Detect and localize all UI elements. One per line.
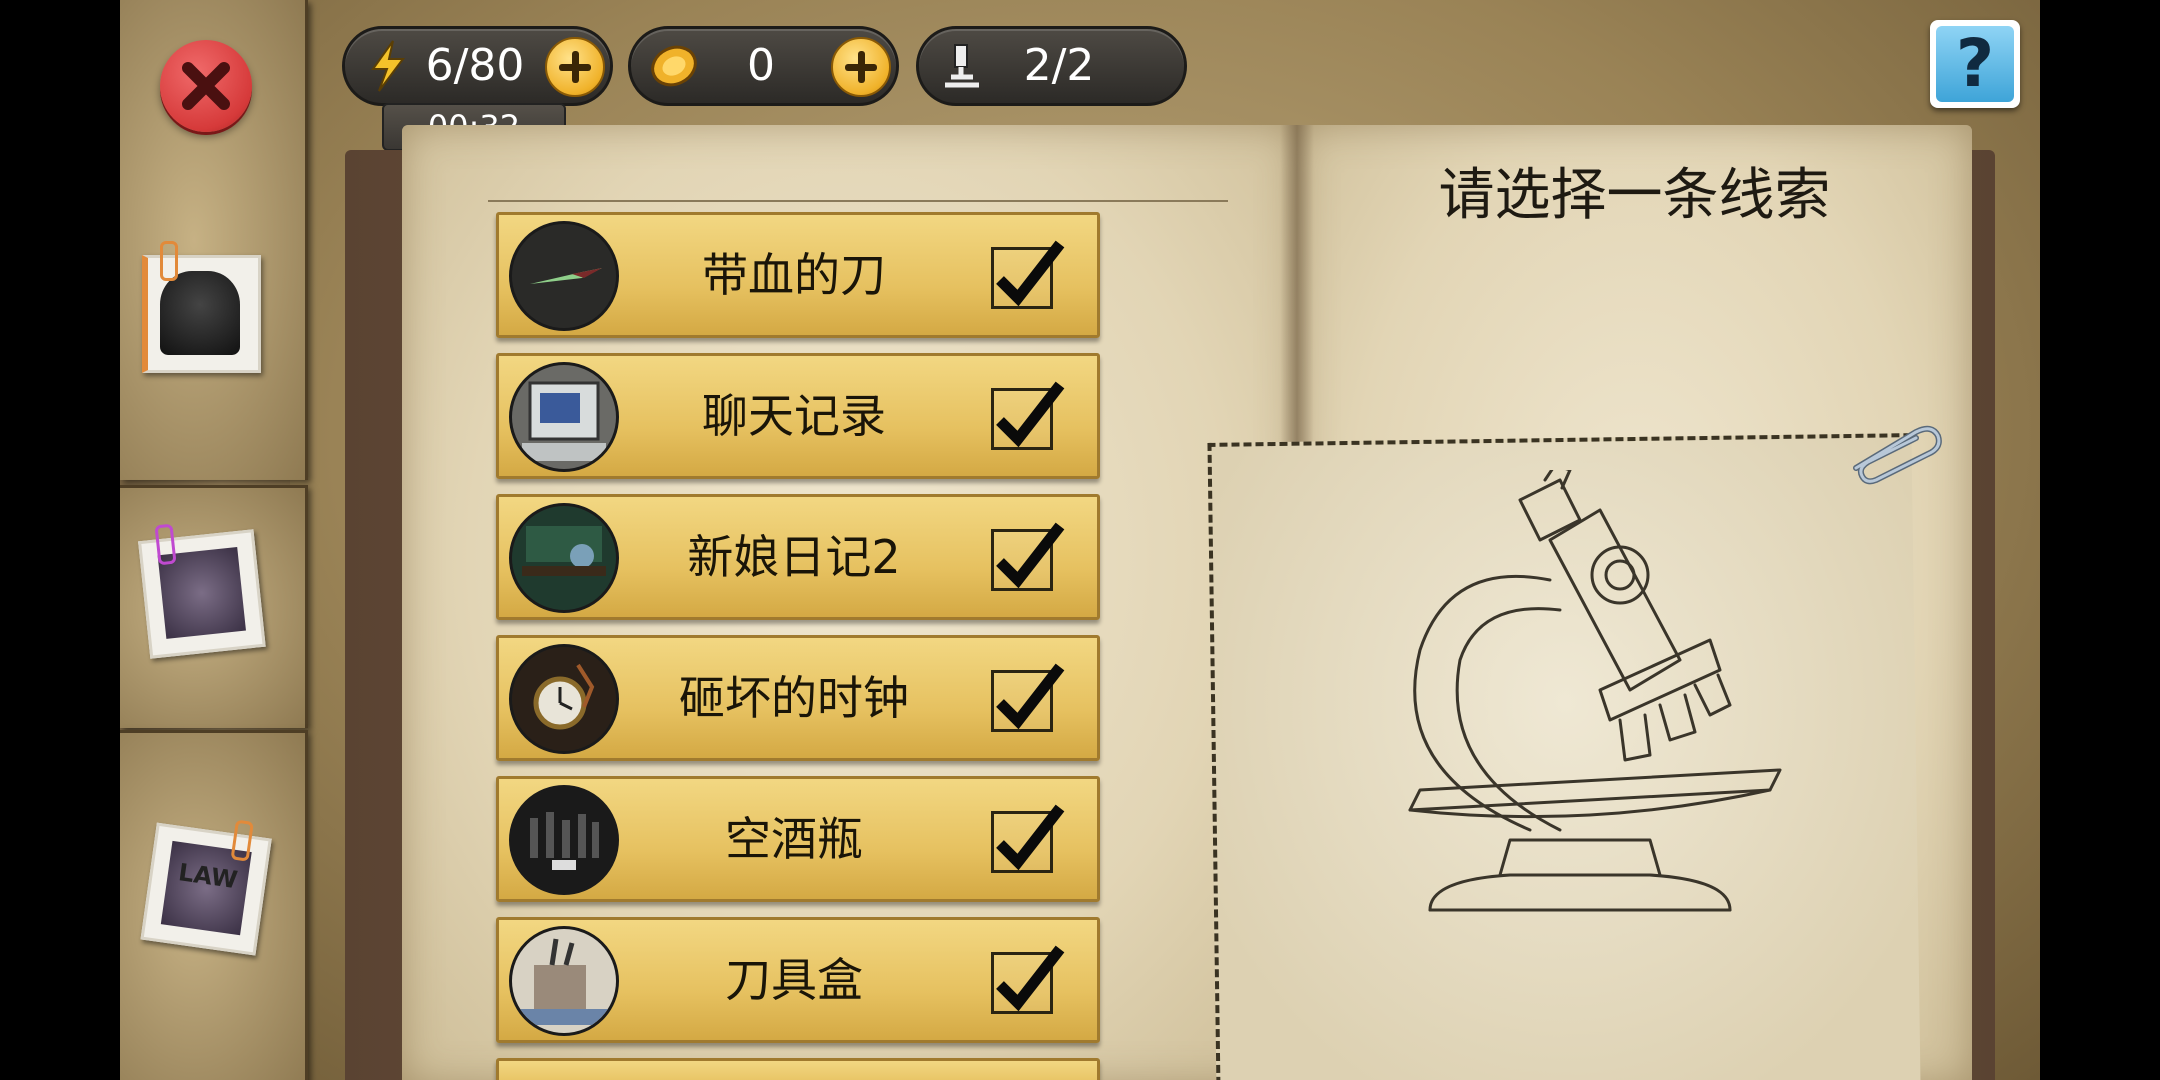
clue-checkbox[interactable]	[991, 945, 1065, 1014]
checkmark-icon	[996, 804, 1065, 871]
close-icon	[182, 62, 230, 110]
clue-label: 新娘日记2	[687, 530, 901, 584]
microscope-sketch-icon	[1408, 470, 1782, 912]
computer-icon	[509, 362, 619, 472]
sidebar-card-lab[interactable]	[138, 523, 266, 660]
microscope-counter: 2/2	[916, 26, 1187, 106]
bloody-knife-icon	[509, 221, 619, 331]
diary-icon	[509, 503, 619, 613]
clue-row-knife-box[interactable]: 刀具盒	[496, 917, 1100, 1043]
checkmark-icon	[996, 945, 1065, 1012]
clue-checkbox[interactable]	[991, 381, 1065, 450]
coin-value: 0	[747, 40, 775, 91]
lightning-icon	[371, 40, 405, 92]
clue-label: 空酒瓶	[725, 812, 863, 866]
empty-bottles-icon	[509, 785, 619, 895]
help-button[interactable]: ?	[1930, 20, 2020, 108]
game-screen: LAW 6/80 00:32 0 2/2 ?	[120, 0, 2040, 1080]
clue-row-chat-log[interactable]: 聊天记录	[496, 353, 1100, 479]
energy-value: 6/80	[425, 40, 525, 91]
clue-label: 带血的刀	[702, 248, 886, 302]
broken-clock-icon	[509, 644, 619, 754]
microscope-value: 2/2	[1023, 40, 1095, 91]
law-card-text: LAW	[176, 858, 240, 895]
clue-checkbox[interactable]	[991, 240, 1065, 309]
clue-row-bride-diary[interactable]: 新娘日记2	[496, 494, 1100, 620]
energy-counter: 6/80	[342, 26, 613, 106]
help-icon: ?	[1936, 26, 2014, 102]
sidebar-card-law[interactable]: LAW	[140, 819, 272, 958]
paperclip-icon	[160, 241, 178, 281]
clue-label: 砸坏的时钟	[679, 671, 909, 725]
clue-row-empty-bottles[interactable]: 空酒瓶	[496, 776, 1100, 902]
checkmark-icon	[996, 240, 1065, 307]
checkmark-icon	[996, 381, 1065, 448]
clue-label: 聊天记录	[702, 389, 886, 443]
close-button[interactable]	[160, 40, 252, 132]
coin-counter: 0	[628, 26, 899, 106]
silhouette-icon	[160, 271, 240, 355]
add-energy-button[interactable]	[545, 37, 605, 97]
clue-checkbox[interactable]	[991, 804, 1065, 873]
coin-icon	[651, 45, 697, 87]
checkmark-icon	[996, 522, 1065, 589]
checkmark-icon	[996, 663, 1065, 730]
clue-checkbox[interactable]	[991, 663, 1065, 732]
clue-row-broken-clock[interactable]: 砸坏的时钟	[496, 635, 1100, 761]
clue-row-bloody-knife[interactable]: 带血的刀	[496, 212, 1100, 338]
add-coins-button[interactable]	[831, 37, 891, 97]
list-divider	[488, 200, 1228, 202]
clue-checkbox[interactable]	[991, 522, 1065, 591]
microscope-icon	[945, 44, 979, 88]
clue-label: 刀具盒	[725, 953, 863, 1007]
clue-row-partial[interactable]	[496, 1058, 1100, 1080]
select-clue-title: 请选择一条线索	[1438, 163, 1831, 228]
sidebar-card-suspect[interactable]	[142, 241, 261, 375]
knife-box-icon	[509, 926, 619, 1036]
